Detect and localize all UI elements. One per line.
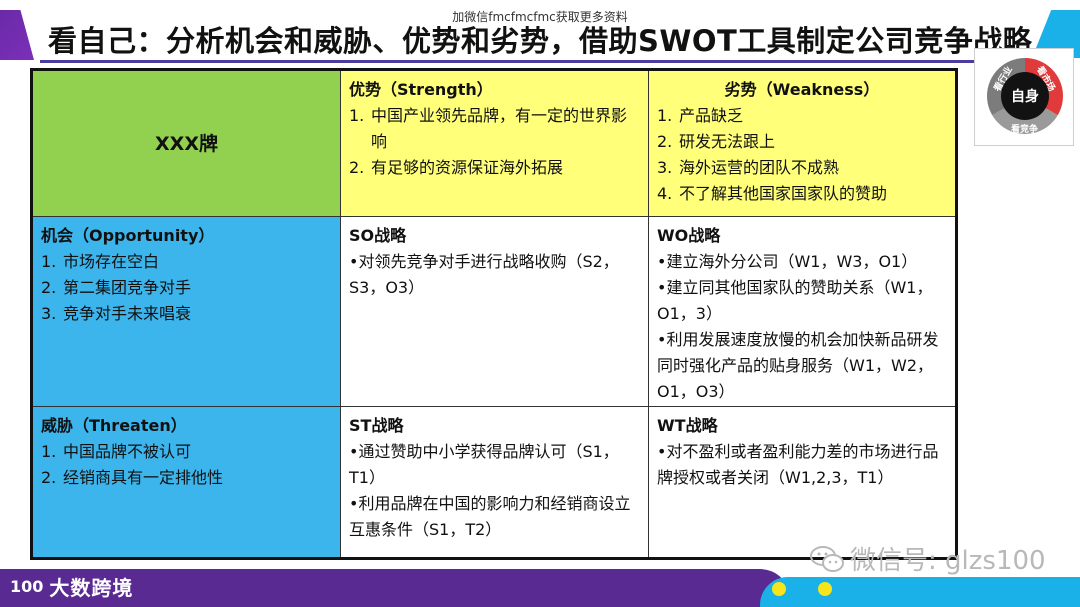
wo-bullet: •建立海外分公司（W1，W3，O1） [657,252,918,271]
wo-bullet: •利用发展速度放慢的机会加快新品研发同时强化产品的贴身服务（W1，W2，O1，O… [657,330,939,401]
strength-list: 1. 中国产业领先品牌，有一定的世界影响 2. 有足够的资源保证海外拓展 [349,103,640,181]
weakness-cell: 劣势（Weakness） 1. 产品缺乏 2. 研发无法跟上 3. 海外运营的团队不成… [649,71,955,217]
wechat-watermark: 微信号: glzs100 [810,540,1046,577]
so-strategy-cell: SO战略 •对领先竞争对手进行战略收购（S2，S3，O3） [341,217,649,407]
threat-list: 1. 中国品牌不被认可 2. 经销商具有一定排他性 [41,439,332,491]
threat-heading: 威胁（Threaten） [41,416,187,435]
footer-dot [772,582,786,596]
list-item: 4. 不了解其他国家国家队的赞助 [657,184,888,203]
so-heading: SO战略 [349,226,407,245]
st-heading: ST战略 [349,416,404,435]
list-item: 3. 海外运营的团队不成熟 [657,158,840,177]
list-item: 1. 中国品牌不被认可 [41,442,192,461]
swot-table: XXX牌 优势（Strength） 1. 中国产业领先品牌，有一定的世界影响 2.… [30,68,958,560]
slide-title: 看自己：分析机会和威胁、优势和劣势，借助SWOT工具制定公司竞争战略 [48,24,1033,58]
brand-name: XXX牌 [155,132,218,155]
weakness-list: 1. 产品缺乏 2. 研发无法跟上 3. 海外运营的团队不成熟 4. 不了解其他国家国家… [657,103,947,207]
list-item: 1. 产品缺乏 [657,106,744,125]
list-item: 3. 竞争对手未来唱衰 [41,304,192,323]
list-item: 2. 研发无法跟上 [657,132,776,151]
st-bullet: •利用品牌在中国的影响力和经销商设立互惠条件（S1，T2） [349,494,631,539]
strength-cell: 优势（Strength） 1. 中国产业领先品牌，有一定的世界影响 2. 有足够的资… [341,71,649,217]
perspective-ring-icon: 看行业 看市场 看竞争 自身 [987,58,1063,135]
footer-cyan-band [760,577,1080,607]
st-strategy-cell: ST战略 •通过赞助中小学获得品牌认可（S1，T1） •利用品牌在中国的影响力和… [341,407,649,557]
wo-strategy-cell: WO战略 •建立海外分公司（W1，W3，O1） •建立同其他国家队的赞助关系（W… [649,217,955,407]
st-bullet: •通过赞助中小学获得品牌认可（S1，T1） [349,442,619,487]
wechat-icon [810,545,844,573]
logo-text: 大数跨境 [49,576,134,600]
list-item: 1. 中国产业领先品牌，有一定的世界影响 [349,106,628,151]
opportunity-heading: 机会（Opportunity） [41,226,215,245]
ring-label-competition: 看竞争 [1011,125,1039,135]
wo-bullet: •建立同其他国家队的赞助关系（W1，O1，3） [657,278,933,323]
wt-bullet: •对不盈利或者盈利能力差的市场进行品牌授权或者关闭（W1,2,3，T1） [657,442,939,487]
wt-heading: WT战略 [657,416,718,435]
title-underline [40,60,1040,63]
strength-heading: 优势（Strength） [349,80,493,99]
footer-logo: 100 大数跨境 [10,572,133,601]
wechat-id: 微信号: glzs100 [850,546,1046,576]
list-item: 1. 市场存在空白 [41,252,160,271]
list-item: 2. 有足够的资源保证海外拓展 [349,158,564,177]
list-item: 2. 第二集团竞争对手 [41,278,192,297]
threat-cell: 威胁（Threaten） 1. 中国品牌不被认可 2. 经销商具有一定排他性 [33,407,341,557]
ring-center: 自身 [1001,72,1049,120]
wt-strategy-cell: WT战略 •对不盈利或者盈利能力差的市场进行品牌授权或者关闭（W1,2,3，T1… [649,407,955,557]
opportunity-list: 1. 市场存在空白 2. 第二集团竞争对手 3. 竞争对手未来唱衰 [41,249,332,327]
footer-dot [818,582,832,596]
logo-mark-icon: 100 [10,577,44,596]
weakness-heading: 劣势（Weakness） [724,80,880,99]
so-bullet: •对领先竞争对手进行战略收购（S2，S3，O3） [349,252,619,297]
opportunity-cell: 机会（Opportunity） 1. 市场存在空白 2. 第二集团竞争对手 3. 竞争… [33,217,341,407]
swot-corner-cell: XXX牌 [33,71,341,217]
list-item: 2. 经销商具有一定排他性 [41,468,224,487]
perspective-badge: 看行业 看市场 看竞争 自身 [974,48,1074,146]
wo-heading: WO战略 [657,226,721,245]
